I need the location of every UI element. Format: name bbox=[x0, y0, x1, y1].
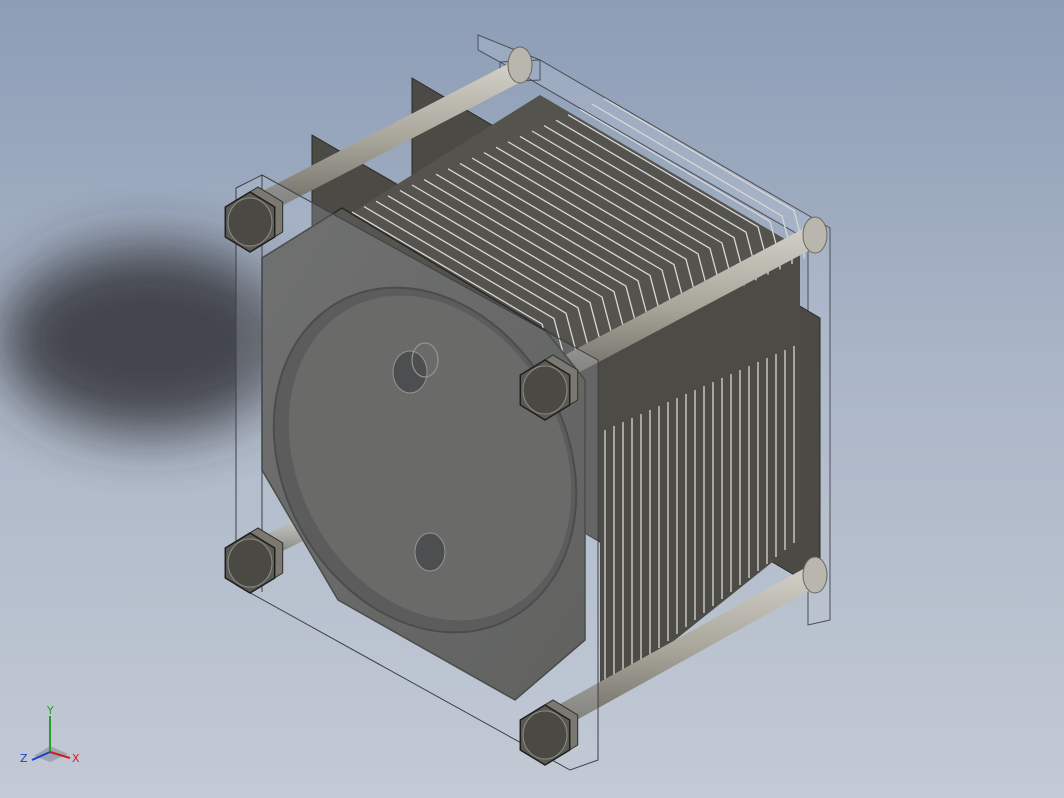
x-axis-label: X bbox=[72, 752, 80, 765]
orientation-triad: Y X Z bbox=[18, 702, 88, 772]
z-axis-label: Z bbox=[20, 752, 28, 765]
y-axis-label: Y bbox=[46, 704, 54, 717]
graphics-viewport[interactable]: Y X Z bbox=[0, 0, 1064, 798]
model-scene[interactable] bbox=[0, 0, 1064, 798]
